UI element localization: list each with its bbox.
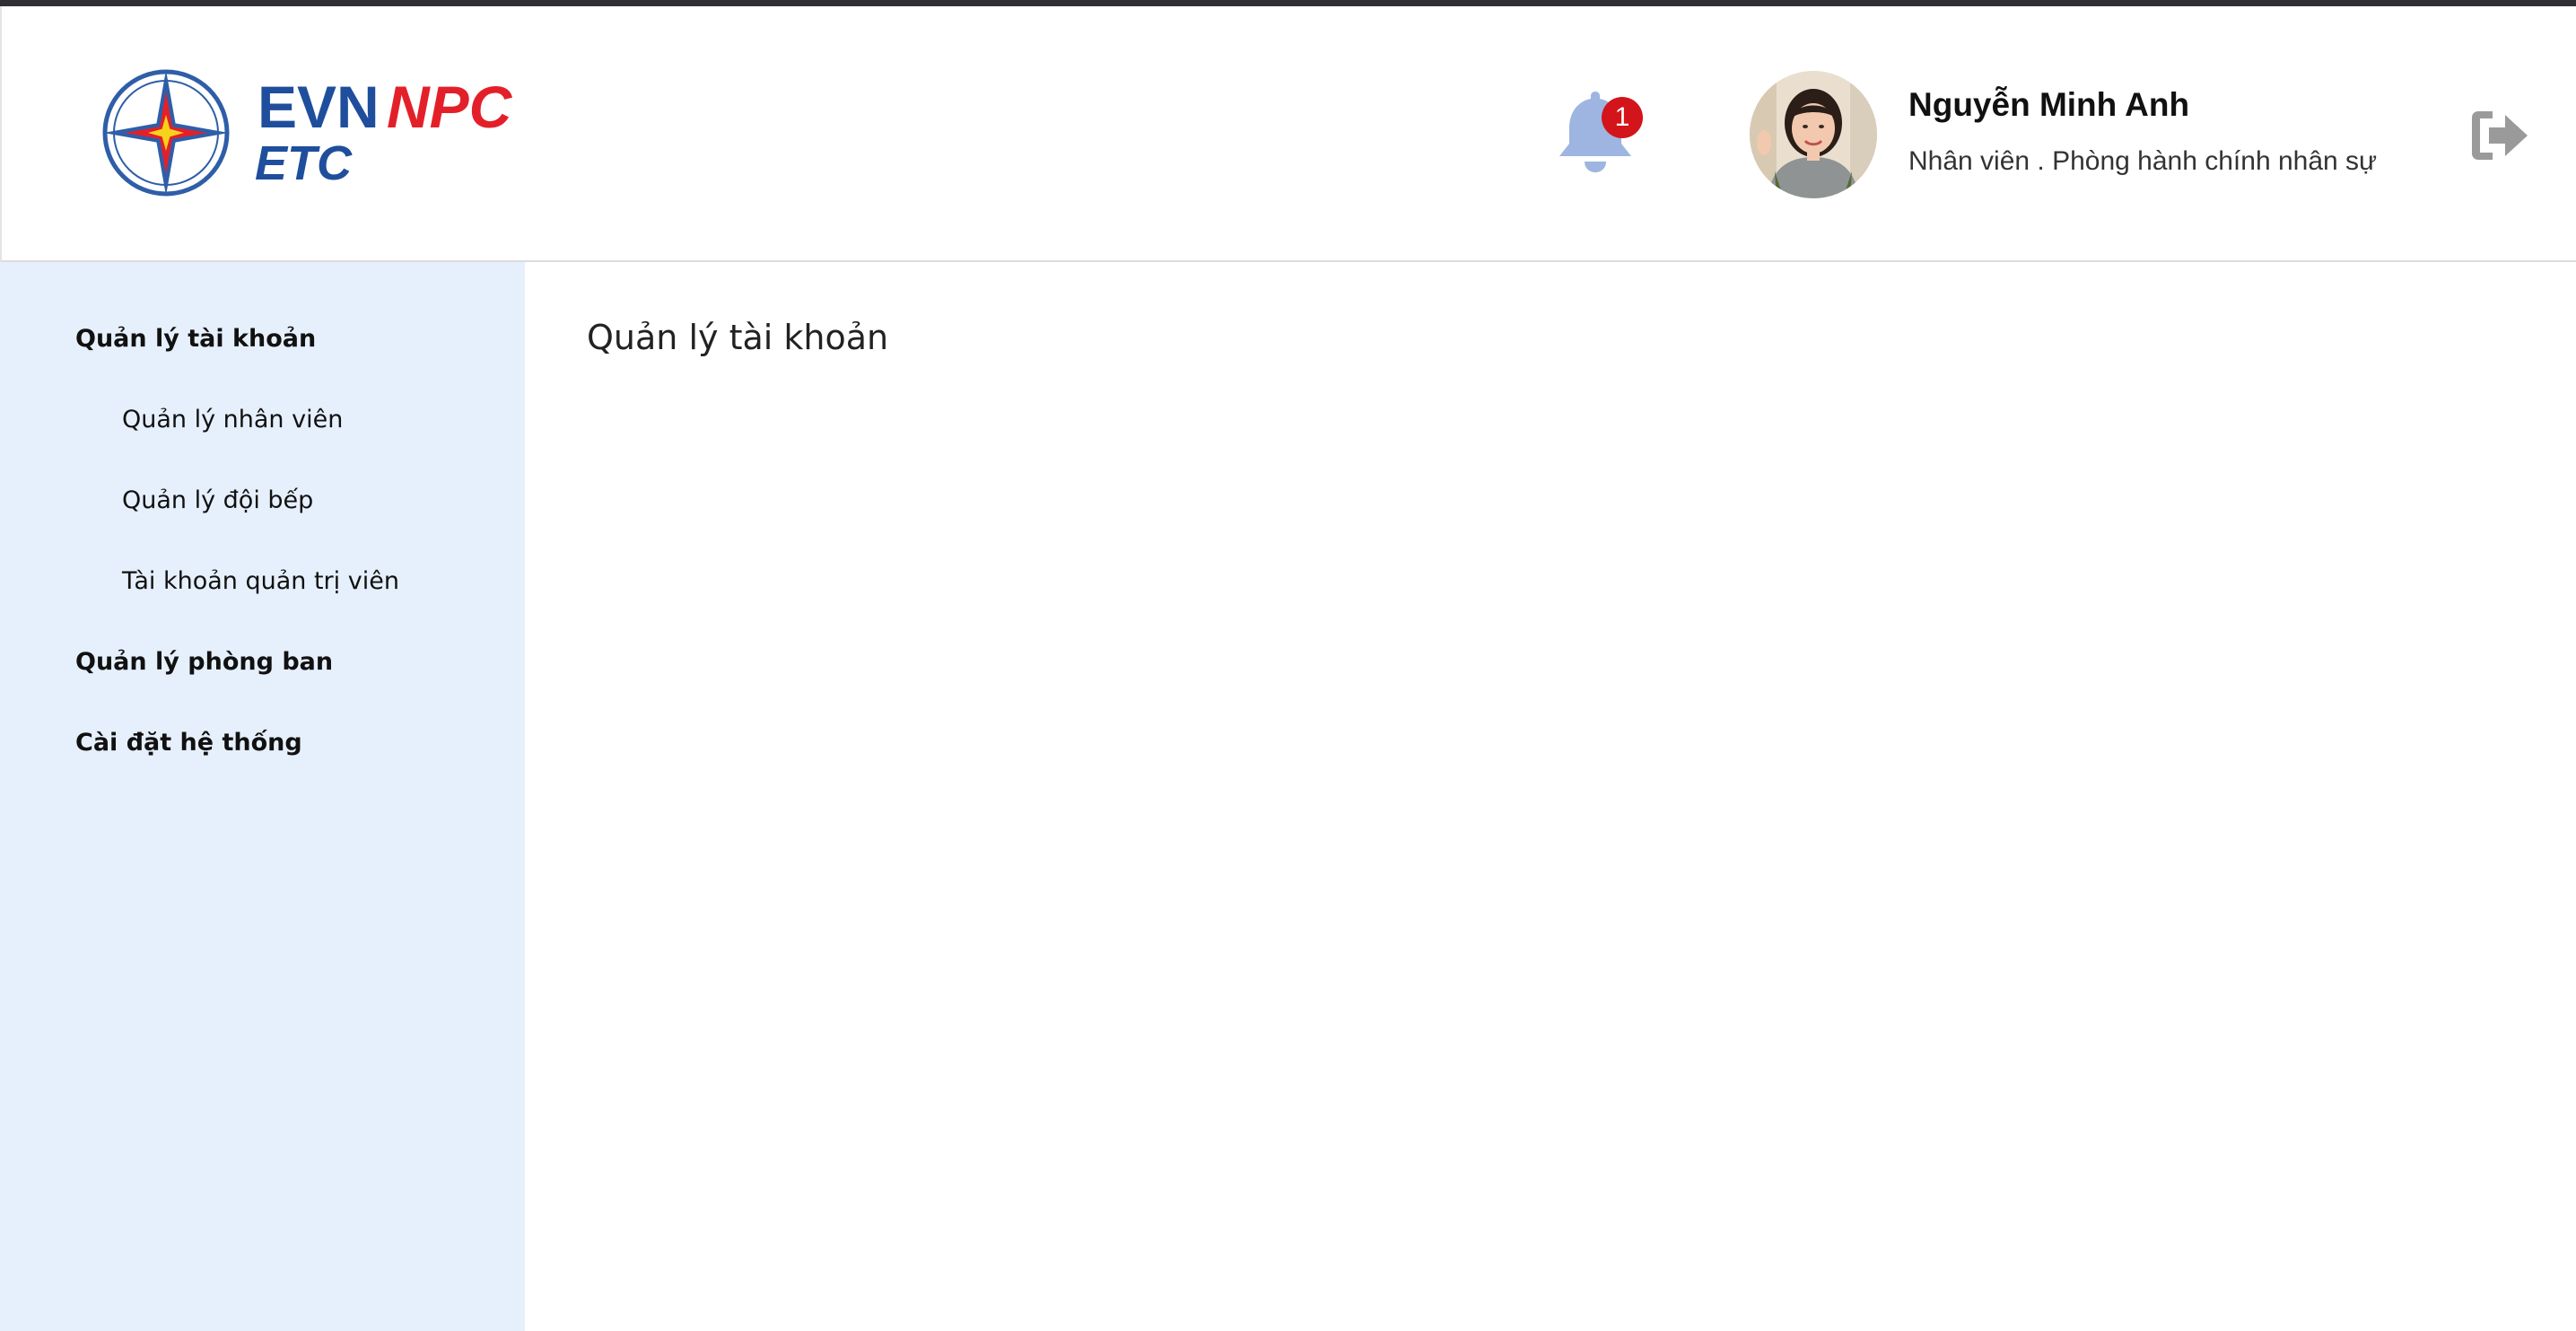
- sidebar-item-system-settings[interactable]: Cài đặt hệ thống: [75, 729, 302, 757]
- logout-icon: [2472, 111, 2528, 160]
- logout-button[interactable]: [2469, 108, 2530, 163]
- sidebar-item-kitchen-team-management[interactable]: Quản lý đội bếp: [122, 486, 313, 514]
- sidebar-item-department-management[interactable]: Quản lý phòng ban: [75, 648, 333, 676]
- logo-text-evn: EVN: [258, 74, 380, 140]
- logo-text-etc: ETC: [255, 136, 353, 190]
- sidebar-item-account-management[interactable]: Quản lý tài khoản: [75, 325, 316, 353]
- logo-graphic: EVN NPC ETC: [102, 69, 513, 197]
- window-top-strip: [0, 0, 2576, 6]
- evnnpc-etc-logo[interactable]: EVN NPC ETC: [100, 65, 531, 201]
- user-avatar[interactable]: [1750, 71, 1877, 198]
- logo-text-npc: NPC: [387, 74, 513, 140]
- user-name: Nguyễn Minh Anh: [1908, 86, 2190, 123]
- sidebar-item-admin-accounts[interactable]: Tài khoản quản trị viên: [122, 567, 399, 595]
- sidebar-item-employee-management[interactable]: Quản lý nhân viên: [122, 406, 343, 433]
- user-role: Nhân viên . Phòng hành chính nhân sự: [1908, 146, 2378, 176]
- avatar-photo: [1750, 71, 1877, 198]
- notification-count-badge: 1: [1602, 97, 1643, 138]
- page-title: Quản lý tài khoản: [587, 318, 889, 357]
